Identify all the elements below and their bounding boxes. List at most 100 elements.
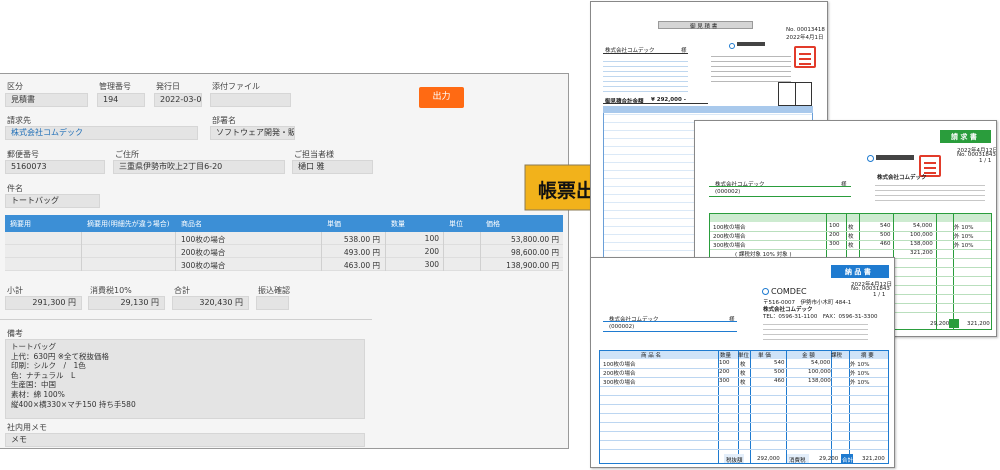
row-unit: 枚 [740,371,746,377]
row-name: 100枚の場合 [603,362,636,368]
row-name: 300枚の場合 [713,243,746,249]
doc-lines [603,57,688,93]
shanai-field[interactable]: メモ [5,433,365,447]
foot-label-2: 消費税 [789,458,806,464]
logo-icon [729,43,735,49]
row-unit: 枚 [848,243,854,249]
output-button[interactable]: 出力 [419,87,464,108]
foot-label-3: 合計 [842,458,854,464]
row-name: 300枚の場合 [603,380,636,386]
row-tax: 外 10% [954,243,974,249]
tanto-label: ご担当者様 [294,150,334,159]
shanai-label: 社内用メモ [7,423,47,432]
row-tax: 外 10% [954,234,974,240]
kanri-label: 管理番号 [99,82,131,91]
table-row[interactable]: 100枚の場合 538.00 円 100 53,800.00 円 [5,232,563,245]
row-name: 300枚の場合 [181,261,226,270]
row-qty: 300 [829,241,840,247]
furikomi-field[interactable] [256,296,289,310]
row-amount: 100,000 [910,232,933,238]
delivery-document: 納 品 書 2022年4月12日 No. 00031843 1 / 1 COMD… [590,257,895,468]
tax-field[interactable]: 29,130 円 [88,296,165,310]
foot-total: 321,200 [967,321,990,327]
row-amount: 138,000 [910,241,933,247]
grid-header-cell: 摘要用(明細先が違う場合) [87,220,170,228]
busho-field[interactable]: ソフトウェア開発・販売 [210,126,295,140]
tanto-field[interactable]: 樋口 雅 [292,160,373,174]
grid-header-cell: 単位 [449,220,463,228]
row-amount: 138,000 [808,378,831,384]
doc-company: 株式会社コムデック [877,175,927,181]
biko-line: トートバッグ [11,342,56,351]
table-header-cell: 課税 [831,353,843,359]
doc-code: (000002) [715,189,741,195]
biko-line: 縦400×横330×マチ150 持ち手580 [11,399,136,409]
busho-label: 部署名 [212,116,236,125]
row-price: 460 [880,241,891,247]
kenmei-field[interactable]: トートバッグ [5,194,100,208]
shokei-field[interactable]: 291,300 円 [5,296,82,310]
table-header-cell: 単 価 [758,353,771,359]
kanri-field[interactable]: 194 [97,93,145,107]
row-price: 540 [880,223,891,229]
row-price: 500 [774,369,785,375]
row-qty: 100 [424,234,439,243]
hakko-label: 発行日 [156,82,180,91]
foot-value-2: 29,200 [819,456,839,462]
row-price: 493.00 円 [343,248,380,257]
grid-header-cell: 商品名 [181,220,202,228]
grid-header-cell: 摘要用 [10,220,31,228]
kenmei-label: 件名 [7,184,23,193]
table-row[interactable]: 300枚の場合 463.00 円 300 138,900.00 円 [5,258,563,271]
tax-row-value: 321,200 [910,250,933,256]
row-price: 500 [880,232,891,238]
biko-line: 印刷：シルク / 1色 [11,361,86,371]
row-name: 100枚の場合 [713,225,746,231]
jusho-label: ご住所 [115,150,139,159]
row-qty: 200 [424,247,439,256]
hakko-field[interactable]: 2022-03-01 [154,93,202,107]
doc-date: 2022年4月1日 [786,35,824,41]
gokei-label: 合計 [174,286,190,295]
row-unit: 枚 [848,225,854,231]
tax-label: 消費税10% [90,286,132,295]
row-unit: 枚 [740,380,746,386]
table-row[interactable]: 200枚の場合 493.00 円 200 98,600.00 円 [5,245,563,258]
doc-title: 納 品 書 [845,268,871,276]
grid-header-cell: 単価 [327,220,341,228]
tenpu-label: 添付ファイル [212,82,260,91]
jusho-field[interactable]: 三重県伊勢市吹上2丁目6-20 [113,160,285,174]
table-header-cell: 金 額 [802,353,815,359]
row-tax: 外 10% [850,380,870,386]
row-price: 538.00 円 [343,235,380,244]
row-qty: 100 [829,223,840,229]
biko-textarea[interactable]: トートバッグ 上代：630円 ※全て税抜価格 印刷：シルク / 1色 色：ナチュ… [5,339,365,419]
row-unit: 枚 [848,234,854,240]
row-price: 460 [774,378,785,384]
kubun-field[interactable]: 見積書 [5,93,88,107]
row-price: 540 [774,360,785,366]
doc-tel: TEL：0596-31-1100 FAX：0596-31-3300 [763,314,878,320]
logo-icon [762,288,769,295]
row-qty: 200 [719,369,730,375]
foot-tax: 29,200 [930,321,950,327]
seikyu-label: 請求先 [7,116,31,125]
row-tax: 外 10% [850,362,870,368]
grid-header-cell: 数量 [391,220,405,228]
biko-line: 上代：630円 ※全て税抜価格 [11,351,109,361]
doc-page: 1 / 1 [873,292,886,298]
seikyu-field[interactable]: 株式会社コムデック [5,126,198,140]
gokei-field[interactable]: 320,430 円 [172,296,249,310]
yubin-field[interactable]: 5160073 [5,160,105,174]
doc-logo: COMDEC [771,287,807,296]
furikomi-label: 振込確認 [258,286,290,295]
row-qty: 200 [829,232,840,238]
seal-stamp [794,46,816,68]
tenpu-field[interactable] [210,93,291,107]
foot-label-1: 税抜額 [726,458,743,464]
row-amount: 53,800.00 円 [510,235,559,244]
doc-title: 御 見 積 書 [690,24,718,30]
table-header-cell: 単位 [738,353,750,359]
row-amount: 54,000 [913,223,933,229]
row-name: 200枚の場合 [713,234,746,240]
